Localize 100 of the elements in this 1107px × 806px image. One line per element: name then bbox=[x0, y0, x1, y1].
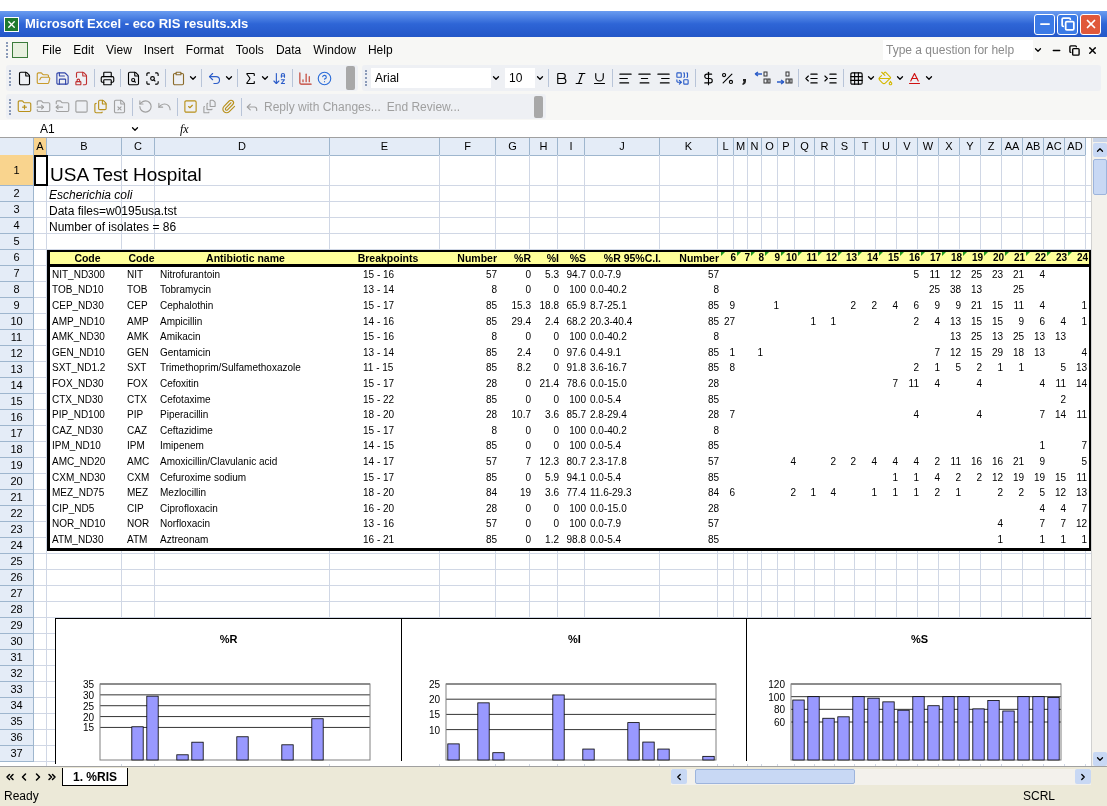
row-header[interactable]: 29 bbox=[0, 618, 34, 634]
column-header[interactable]: T bbox=[855, 138, 876, 156]
row-header[interactable]: 12 bbox=[0, 346, 34, 362]
vertical-scrollbar[interactable] bbox=[1091, 138, 1107, 766]
row-header[interactable]: 37 bbox=[0, 746, 34, 762]
row-header[interactable]: 16 bbox=[0, 410, 34, 426]
row-header[interactable]: 4 bbox=[0, 218, 34, 234]
column-header[interactable]: O bbox=[762, 138, 778, 156]
menu-item[interactable]: Data bbox=[269, 41, 308, 59]
column-header[interactable]: R bbox=[815, 138, 835, 156]
column-header[interactable]: I bbox=[558, 138, 585, 156]
menu-item[interactable]: File bbox=[36, 41, 68, 59]
column-header[interactable]: S bbox=[835, 138, 855, 156]
column-header[interactable]: M bbox=[734, 138, 748, 156]
toolbar-overflow-handle[interactable] bbox=[534, 95, 543, 118]
menu-item[interactable]: Tools bbox=[229, 41, 270, 59]
scroll-down-button[interactable] bbox=[1092, 752, 1107, 766]
row-header[interactable]: 26 bbox=[0, 570, 34, 586]
column-header[interactable]: U bbox=[876, 138, 897, 156]
row-header[interactable]: 35 bbox=[0, 714, 34, 730]
scroll-left-button[interactable] bbox=[671, 769, 687, 784]
column-header[interactable]: W bbox=[918, 138, 939, 156]
function-label[interactable]: fx bbox=[180, 119, 189, 138]
toolbar-overflow-handle[interactable] bbox=[346, 66, 355, 90]
row-header[interactable]: 8 bbox=[0, 282, 34, 298]
menu-item[interactable]: Format bbox=[179, 41, 230, 59]
column-header[interactable]: V bbox=[897, 138, 918, 156]
row-header[interactable]: 27 bbox=[0, 586, 34, 602]
column-header[interactable]: B bbox=[47, 138, 122, 156]
scroll-thumb[interactable] bbox=[695, 769, 855, 784]
column-header[interactable]: AB bbox=[1023, 138, 1044, 156]
chart-object[interactable]: %R 15 20 25 30 35 %I 10 15 20 25 %S 60 80 100 120 bbox=[55, 618, 1091, 764]
row-header[interactable]: 18 bbox=[0, 442, 34, 458]
row-header[interactable]: 34 bbox=[0, 698, 34, 714]
row-header[interactable]: 1 bbox=[0, 155, 34, 186]
row-header[interactable]: 7 bbox=[0, 266, 34, 282]
column-header[interactable]: G bbox=[496, 138, 530, 156]
row-header[interactable]: 23 bbox=[0, 522, 34, 538]
row-header[interactable]: 17 bbox=[0, 426, 34, 442]
row-header[interactable]: 33 bbox=[0, 682, 34, 698]
column-header[interactable]: C bbox=[122, 138, 155, 156]
scroll-right-button[interactable] bbox=[1075, 769, 1091, 784]
row-header[interactable]: 28 bbox=[0, 602, 34, 618]
row-header[interactable]: 10 bbox=[0, 314, 34, 330]
row-header[interactable]: 25 bbox=[0, 554, 34, 570]
column-header[interactable]: AC bbox=[1044, 138, 1065, 156]
row-header[interactable]: 22 bbox=[0, 506, 34, 522]
column-header[interactable]: Q bbox=[795, 138, 815, 156]
menu-item[interactable]: Window bbox=[307, 41, 362, 59]
row-header[interactable]: 19 bbox=[0, 458, 34, 474]
column-header[interactable]: J bbox=[585, 138, 660, 156]
column-header[interactable]: D bbox=[155, 138, 330, 156]
horizontal-scrollbar[interactable] bbox=[671, 768, 1091, 785]
workbook-icon[interactable] bbox=[12, 42, 28, 58]
row-header[interactable]: 2 bbox=[0, 186, 34, 202]
row-header[interactable]: 20 bbox=[0, 474, 34, 490]
restore-button[interactable] bbox=[1057, 13, 1078, 35]
row-header[interactable]: 36 bbox=[0, 730, 34, 746]
column-header[interactable]: P bbox=[778, 138, 795, 156]
row-header[interactable]: 15 bbox=[0, 394, 34, 410]
row-header[interactable]: 3 bbox=[0, 202, 34, 218]
row-header[interactable]: 9 bbox=[0, 298, 34, 314]
column-header[interactable]: AA bbox=[1002, 138, 1023, 156]
column-header[interactable]: AD bbox=[1065, 138, 1086, 156]
column-header[interactable]: Y bbox=[960, 138, 981, 156]
column-header[interactable]: K bbox=[660, 138, 718, 156]
minimize-button[interactable] bbox=[1034, 13, 1055, 35]
column-header[interactable]: L bbox=[718, 138, 734, 156]
sheet-tab[interactable]: 1. %RIS bbox=[62, 767, 128, 786]
row-header[interactable]: 31 bbox=[0, 650, 34, 666]
row-header[interactable]: 24 bbox=[0, 538, 34, 554]
row-header[interactable]: 14 bbox=[0, 378, 34, 394]
name-box[interactable]: A1 bbox=[0, 120, 130, 137]
table-cell-text: 16 - 20 bbox=[362, 503, 396, 514]
font-size-field[interactable]: 10 bbox=[505, 68, 535, 88]
row-header[interactable]: 5 bbox=[0, 234, 34, 250]
scroll-thumb[interactable] bbox=[1092, 159, 1107, 195]
row-header[interactable]: 21 bbox=[0, 490, 34, 506]
row-header[interactable]: 13 bbox=[0, 362, 34, 378]
menu-item[interactable]: Insert bbox=[137, 41, 180, 59]
column-header[interactable]: X bbox=[939, 138, 960, 156]
column-header[interactable]: H bbox=[530, 138, 558, 156]
column-header[interactable]: Z bbox=[981, 138, 1002, 156]
menu-item[interactable]: View bbox=[100, 41, 138, 59]
workbook-restore-button[interactable] bbox=[1067, 43, 1081, 57]
font-name-field[interactable]: Arial bbox=[371, 68, 491, 88]
active-cell[interactable] bbox=[34, 155, 48, 186]
help-search-field[interactable]: Type a question for help bbox=[883, 40, 1033, 60]
scroll-up-button[interactable] bbox=[1092, 143, 1107, 157]
column-header[interactable]: E bbox=[330, 138, 440, 156]
column-header[interactable]: N bbox=[748, 138, 762, 156]
menu-item[interactable]: Edit bbox=[67, 41, 101, 59]
column-header[interactable]: F bbox=[440, 138, 496, 156]
row-header[interactable]: 32 bbox=[0, 666, 34, 682]
row-header[interactable]: 6 bbox=[0, 250, 34, 266]
row-header[interactable]: 11 bbox=[0, 330, 34, 346]
menu-item[interactable]: Help bbox=[361, 41, 399, 59]
close-button[interactable] bbox=[1080, 13, 1101, 35]
row-header[interactable]: 30 bbox=[0, 634, 34, 650]
column-header[interactable]: A bbox=[34, 138, 47, 156]
